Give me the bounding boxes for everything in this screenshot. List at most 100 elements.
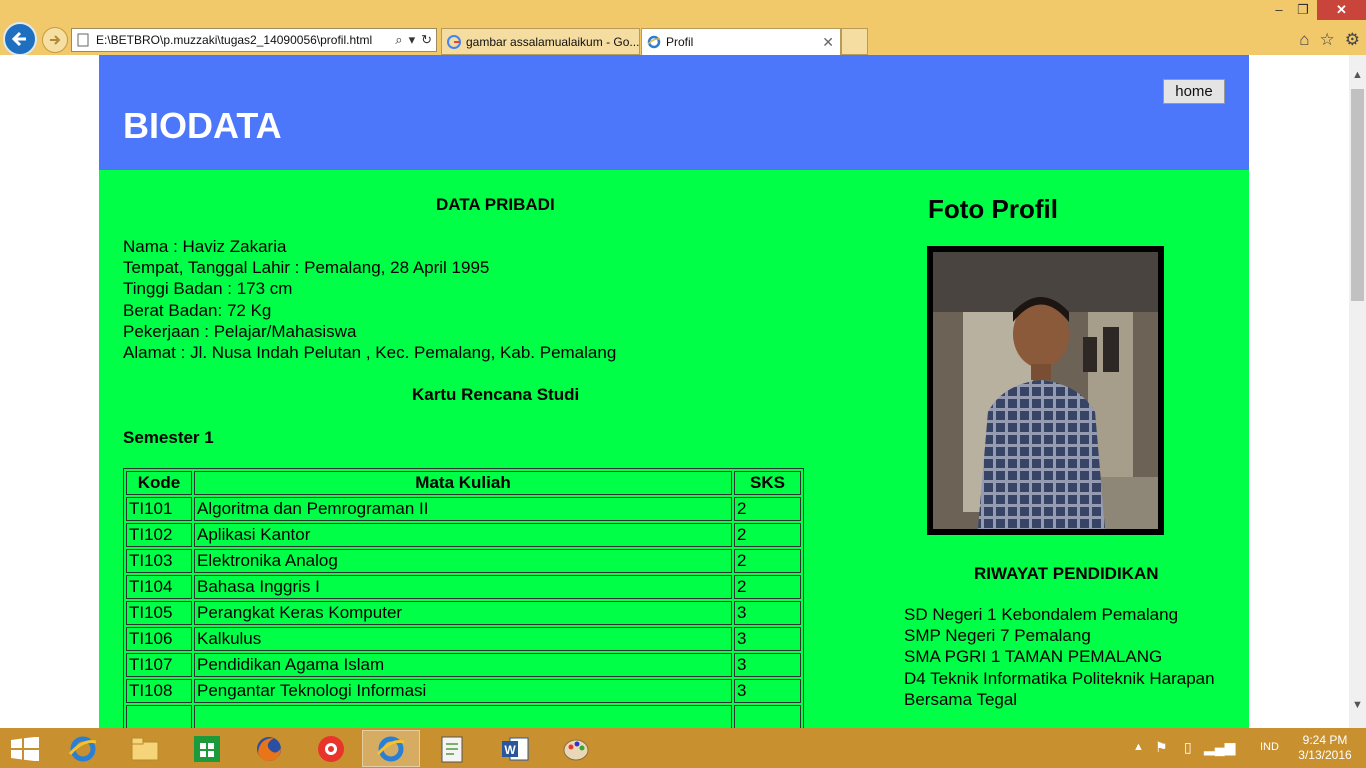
forward-arrow-icon	[50, 35, 61, 45]
taskbar-store-icon[interactable]	[178, 730, 236, 767]
data-pribadi-item: Alamat : Jl. Nusa Indah Pelutan , Kec. P…	[123, 343, 617, 363]
cell-sks: 3	[734, 601, 801, 625]
search-icon[interactable]: ⌕	[395, 29, 402, 51]
ie-icon	[647, 35, 661, 49]
riwayat-item: SD Negeri 1 Kebondalem Pemalang	[904, 605, 1179, 624]
tab-google[interactable]: gambar assalamualaikum - Go...	[441, 28, 640, 55]
back-button[interactable]	[3, 22, 37, 56]
favorites-star-icon[interactable]: ☆	[1320, 30, 1335, 50]
taskbar-ie-active-icon[interactable]	[362, 730, 420, 767]
header: BIODATA home	[99, 55, 1249, 170]
table-header-row: Kode Mata Kuliah SKS	[126, 471, 801, 495]
taskbar-notepad-icon[interactable]	[424, 730, 482, 767]
scroll-up-icon[interactable]: ▲	[1349, 67, 1366, 84]
taskbar-camera-icon[interactable]	[302, 730, 360, 767]
tab-label: Profil	[666, 35, 694, 49]
riwayat-item: D4 Teknik Informatika Politeknik Harapan…	[904, 668, 1215, 709]
taskbar-paint-icon[interactable]	[548, 730, 606, 767]
address-text: E:\BETBRO\p.muzzaki\tugas2_14090056\prof…	[96, 33, 373, 47]
tab-label: gambar assalamualaikum - Go...	[466, 35, 640, 49]
vertical-scrollbar[interactable]: ▲ ▼	[1349, 55, 1366, 728]
cell-kode: TI106	[126, 627, 192, 651]
maximize-button[interactable]: ❐	[1292, 0, 1314, 20]
cell-mata-kuliah: Algoritma dan Pemrograman II	[194, 497, 732, 521]
column-header-sks: SKS	[734, 471, 801, 495]
home-button[interactable]: home	[1163, 79, 1225, 104]
data-pribadi-item: Tinggi Badan : 173 cm	[123, 279, 293, 299]
data-pribadi-item: Tempat, Tanggal Lahir : Pemalang, 28 Apr…	[123, 258, 490, 278]
scroll-thumb[interactable]	[1351, 89, 1364, 301]
semester-heading: Semester 1	[123, 428, 214, 447]
clock-time: 9:24 PM	[1302, 733, 1348, 747]
profile-photo	[927, 246, 1164, 535]
refresh-icon[interactable]: ↻	[421, 29, 432, 51]
main-content: DATA PRIBADI Nama : Haviz Zakaria Tempat…	[99, 170, 904, 728]
cell-sks: 2	[734, 497, 801, 521]
krs-table: Kode Mata Kuliah SKS TI101 Algoritma dan …	[123, 468, 804, 728]
foto-profil-heading: Foto Profil	[928, 194, 1058, 224]
table-row: TI103 Elektronika Analog 2	[126, 549, 801, 573]
cell-kode: TI104	[126, 575, 192, 599]
close-tab-icon[interactable]: ✕	[822, 29, 834, 55]
riwayat-item: SMA PGRI 1 TAMAN PEMALANG	[904, 647, 1163, 667]
clock[interactable]: 9:24 PM 3/13/2016	[1290, 733, 1360, 763]
clock-date: 3/13/2016	[1298, 748, 1352, 762]
krs-heading: Kartu Rencana Studi	[412, 385, 580, 404]
taskbar-file-explorer-icon[interactable]	[116, 730, 174, 767]
taskbar-word-icon[interactable]: W	[486, 730, 544, 767]
language-indicator[interactable]: IND	[1260, 741, 1279, 753]
scroll-down-icon[interactable]: ▼	[1349, 697, 1366, 714]
table-row: TI106 Kalkulus 3	[126, 627, 801, 651]
cell-kode: TI108	[126, 679, 192, 703]
cell-kode	[126, 705, 192, 728]
cell-sks: 2	[734, 575, 801, 599]
profile-photo-image	[933, 252, 1158, 529]
table-row: TI107 Pendidikan Agama Islam 3	[126, 653, 801, 677]
table-row	[126, 705, 801, 728]
minimize-button[interactable]: –	[1268, 0, 1290, 20]
cell-mata-kuliah	[194, 705, 732, 728]
cell-kode: TI101	[126, 497, 192, 521]
browser-chrome: E:\BETBRO\p.muzzaki\tugas2_14090056\prof…	[0, 0, 1366, 56]
address-bar[interactable]: E:\BETBRO\p.muzzaki\tugas2_14090056\prof…	[71, 28, 437, 52]
cell-mata-kuliah: Pendidikan Agama Islam	[194, 653, 732, 677]
taskbar-ie-icon[interactable]	[54, 730, 112, 767]
tray-expand-icon[interactable]: ▲	[1133, 741, 1144, 753]
data-pribadi-item: Pekerjaan : Pelajar/Mahasiswa	[123, 321, 357, 341]
dropdown-icon[interactable]: ▾	[409, 29, 416, 51]
svg-text:W: W	[504, 743, 516, 757]
cell-kode: TI107	[126, 653, 192, 677]
cell-kode: TI105	[126, 601, 192, 625]
google-icon	[447, 35, 461, 49]
cell-mata-kuliah: Pengantar Teknologi Informasi	[194, 679, 732, 703]
close-button[interactable]: ✕	[1317, 0, 1366, 20]
table-row: TI101 Algoritma dan Pemrograman II 2	[126, 497, 801, 521]
cell-kode: TI103	[126, 549, 192, 573]
data-pribadi-list: Nama : Haviz Zakaria Tempat, Tanggal Lah…	[123, 236, 616, 363]
home-icon[interactable]: ⌂	[1299, 30, 1309, 50]
taskbar-firefox-icon[interactable]	[240, 730, 298, 767]
volume-icon[interactable]: 🔇︎	[1228, 739, 1237, 756]
cell-mata-kuliah: Elektronika Analog	[194, 549, 732, 573]
action-center-icon[interactable]: ⚑	[1155, 739, 1168, 756]
gear-icon[interactable]: ⚙	[1345, 30, 1360, 50]
new-tab-button[interactable]	[841, 28, 868, 55]
riwayat-list: SD Negeri 1 Kebondalem Pemalang SMP Nege…	[904, 604, 1249, 710]
table-row: TI105 Perangkat Keras Komputer 3	[126, 601, 801, 625]
forward-button[interactable]	[42, 27, 68, 53]
riwayat-heading: RIWAYAT PENDIDIKAN	[974, 564, 1159, 583]
cell-mata-kuliah: Bahasa Inggris I	[194, 575, 732, 599]
table-row: TI108 Pengantar Teknologi Informasi 3	[126, 679, 801, 703]
cell-sks: 3	[734, 653, 801, 677]
cell-sks: 2	[734, 549, 801, 573]
taskbar: W ▲ ⚑ ▯ ▂▄▆ 🔇︎ IND 9:24 PM 3/13/2016	[0, 728, 1366, 768]
tab-profil[interactable]: Profil ✕	[641, 28, 841, 55]
cell-sks: 3	[734, 679, 801, 703]
windows-start-icon[interactable]	[10, 737, 40, 761]
data-pribadi-item: Berat Badan: 72 Kg	[123, 300, 272, 320]
cell-sks: 2	[734, 523, 801, 547]
page-viewport: BIODATA home DATA PRIBADI Nama : Haviz Z…	[0, 55, 1349, 728]
battery-icon[interactable]: ▯	[1184, 739, 1192, 756]
column-header-mata-kuliah: Mata Kuliah	[194, 471, 732, 495]
cell-mata-kuliah: Aplikasi Kantor	[194, 523, 732, 547]
